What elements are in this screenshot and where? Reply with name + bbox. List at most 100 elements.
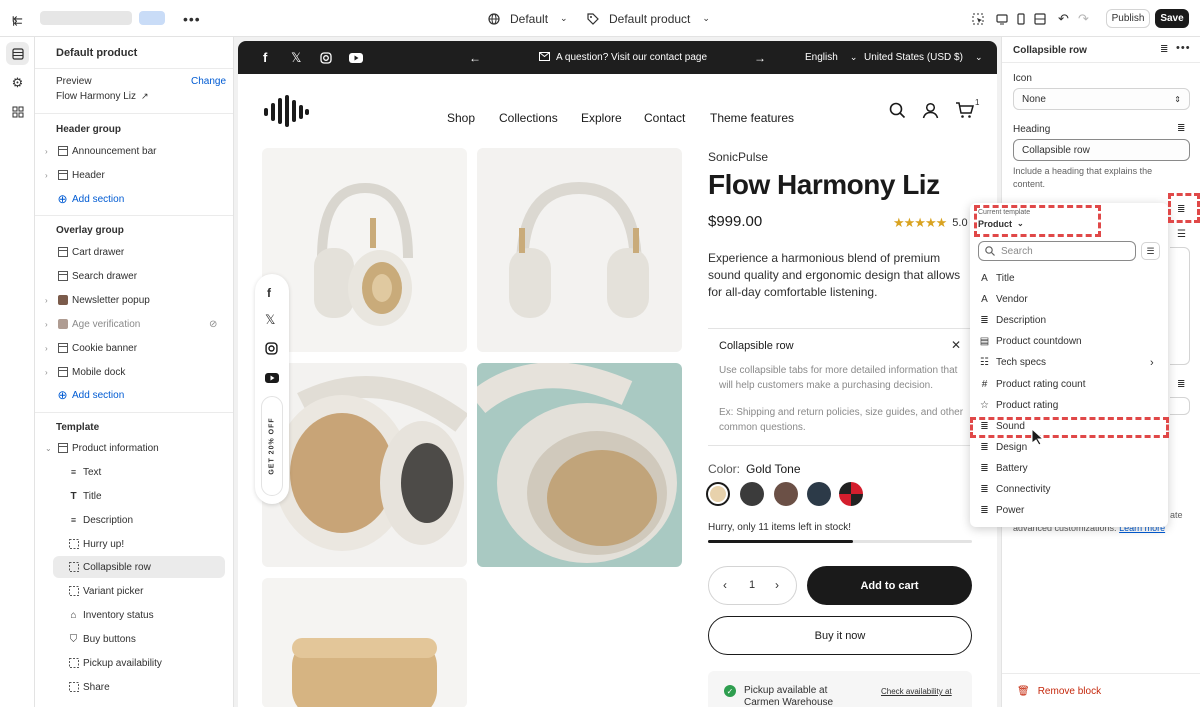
source-item-design[interactable]: ≣ Design (970, 437, 1168, 458)
apps-tab[interactable] (6, 100, 29, 123)
source-search-input[interactable]: Search (978, 241, 1136, 261)
instagram-icon[interactable] (265, 342, 278, 358)
minus-chevron-icon[interactable]: ‹ (723, 578, 727, 592)
check-availability-link[interactable]: Check availability at (881, 687, 952, 696)
template-selector[interactable]: Default product ⌄ (587, 0, 710, 37)
block-item-variant-picker[interactable]: Variant picker (35, 580, 233, 602)
product-image-4[interactable] (477, 363, 682, 567)
ellipsis-icon[interactable]: ••• (1176, 42, 1191, 54)
redo-button[interactable]: ↷ (1078, 0, 1089, 37)
block-item-inventory-status[interactable]: ⌂ Inventory status (35, 604, 233, 626)
eye-hidden-icon[interactable]: ⊘ (209, 319, 217, 330)
block-item-title[interactable]: T Title (35, 485, 233, 507)
currency-selector[interactable]: United States (USD $) ⌄ (864, 41, 982, 74)
account-icon[interactable] (922, 102, 939, 122)
sidebar-item-mobile-dock[interactable]: › Mobile dock (35, 361, 233, 383)
language-selector[interactable]: English ⌄ (805, 41, 857, 74)
add-section-overlay-group[interactable]: ⊕ Add section (35, 384, 233, 406)
x-twitter-icon[interactable]: 𝕏 (265, 312, 275, 328)
source-item-connectivity[interactable]: ≣ Connectivity (970, 479, 1168, 500)
quantity-value[interactable]: 1 (749, 579, 755, 591)
sidebar-item-announcement-bar[interactable]: › Announcement bar (35, 140, 233, 162)
add-section-header-group[interactable]: ⊕ Add section (35, 188, 233, 210)
desktop-view-button[interactable] (996, 0, 1008, 37)
sections-tab[interactable] (6, 42, 29, 65)
nav-link-theme-features[interactable]: Theme features (710, 111, 794, 125)
source-item-power[interactable]: ≣ Power (970, 500, 1168, 521)
color-swatch-gold[interactable] (706, 482, 730, 506)
source-item-product-countdown[interactable]: ▤ Product countdown (970, 331, 1168, 352)
youtube-icon[interactable] (349, 41, 363, 74)
nav-link-contact[interactable]: Contact (644, 111, 685, 125)
facebook-icon[interactable]: f (267, 286, 271, 300)
source-item-vendor[interactable]: A Vendor (970, 289, 1168, 310)
sidebar-item-cookie-banner[interactable]: › Cookie banner (35, 337, 233, 359)
quantity-stepper[interactable]: ‹ 1 › (708, 566, 797, 605)
facebook-icon[interactable]: f (263, 41, 267, 74)
nav-link-explore[interactable]: Explore (581, 111, 622, 125)
product-image-3[interactable] (262, 363, 467, 567)
source-item-battery[interactable]: ≣ Battery (970, 458, 1168, 479)
color-swatch-brown[interactable] (774, 482, 798, 506)
undo-button[interactable]: ↶ (1058, 0, 1069, 37)
color-swatch-red-black[interactable] (839, 482, 863, 506)
arrow-left-icon[interactable]: ← (469, 41, 481, 74)
collapsible-row-block[interactable]: Collapsible row ✕ Use collapsible tabs f… (708, 328, 972, 446)
block-item-pickup-availability[interactable]: Pickup availability (35, 652, 233, 674)
heading-input[interactable]: Collapsible row (1013, 139, 1190, 161)
publish-button[interactable]: Publish (1106, 9, 1150, 28)
exit-editor-button[interactable]: ⇤ (12, 11, 23, 27)
color-swatch-black[interactable] (740, 482, 764, 506)
store-logo[interactable] (262, 95, 310, 130)
dynamic-source-icon[interactable]: ≣ (1177, 379, 1185, 390)
product-image-5[interactable] (262, 578, 467, 707)
block-item-share[interactable]: Share (35, 676, 233, 698)
inspector-toggle[interactable] (972, 0, 984, 37)
theme-settings-tab[interactable]: ⚙ (6, 71, 29, 94)
fullwidth-view-button[interactable] (1034, 0, 1046, 37)
database-icon[interactable]: ≣ (1160, 44, 1168, 55)
sidebar-item-cart-drawer[interactable]: Cart drawer (35, 241, 233, 263)
block-item-text[interactable]: ≡ Text (35, 461, 233, 483)
block-item-description[interactable]: ≡ Description (35, 509, 233, 531)
list-icon[interactable]: ☰ (1177, 229, 1186, 240)
product-image-2[interactable] (477, 148, 682, 352)
sidebar-item-newsletter-popup[interactable]: › Newsletter popup (35, 289, 233, 311)
plus-chevron-icon[interactable]: › (775, 578, 779, 592)
product-image-1[interactable] (262, 148, 467, 352)
preview-product-link[interactable]: Flow Harmony Liz ↗ (56, 91, 149, 102)
more-actions-button[interactable]: ••• (183, 0, 201, 37)
youtube-icon[interactable] (265, 372, 279, 386)
sidebar-item-search-drawer[interactable]: Search drawer (35, 265, 233, 287)
buy-it-now-button[interactable]: Buy it now (708, 616, 972, 655)
source-item-product-rating[interactable]: ☆ Product rating (970, 395, 1168, 416)
block-item-buy-buttons[interactable]: ⛉ Buy buttons (35, 628, 233, 650)
color-swatch-navy[interactable] (807, 482, 831, 506)
change-preview-link[interactable]: Change (191, 76, 226, 87)
source-item-description[interactable]: ≣ Description (970, 310, 1168, 331)
close-icon[interactable]: ✕ (951, 338, 961, 352)
cart-icon[interactable] (955, 101, 974, 122)
sidebar-item-product-information[interactable]: ⌄ Product information (35, 437, 233, 459)
source-item-product-rating-count[interactable]: # Product rating count (970, 374, 1168, 395)
search-icon[interactable] (889, 102, 906, 122)
nav-link-shop[interactable]: Shop (447, 111, 475, 125)
block-item-hurry-up[interactable]: Hurry up! (35, 533, 233, 555)
add-to-cart-button[interactable]: Add to cart (807, 566, 972, 605)
save-button[interactable]: Save (1155, 9, 1189, 28)
instagram-icon[interactable] (320, 41, 332, 74)
announcement-message[interactable]: A question? Visit our contact page (539, 41, 707, 74)
sidebar-item-header[interactable]: › Header (35, 164, 233, 186)
product-rating[interactable]: ★★★★★ 5.0 (893, 215, 968, 231)
dynamic-source-icon[interactable]: ≣ (1177, 123, 1185, 134)
promo-tab[interactable]: GET 20% OFF (261, 396, 283, 496)
block-item-collapsible-row[interactable]: Collapsible row (35, 556, 233, 578)
nav-link-collections[interactable]: Collections (499, 111, 558, 125)
source-item-tech-specs[interactable]: ☷ Tech specs › (970, 352, 1168, 373)
mobile-view-button[interactable] (1015, 0, 1027, 37)
sidebar-item-age-verification[interactable]: › Age verification ⊘ (35, 313, 233, 335)
theme-selector[interactable]: Default ⌄ (488, 0, 568, 37)
remove-block-button[interactable]: 🗑 Remove block (1017, 686, 1101, 697)
x-twitter-icon[interactable]: 𝕏 (291, 41, 301, 74)
filter-button[interactable]: ☰ (1141, 242, 1160, 260)
